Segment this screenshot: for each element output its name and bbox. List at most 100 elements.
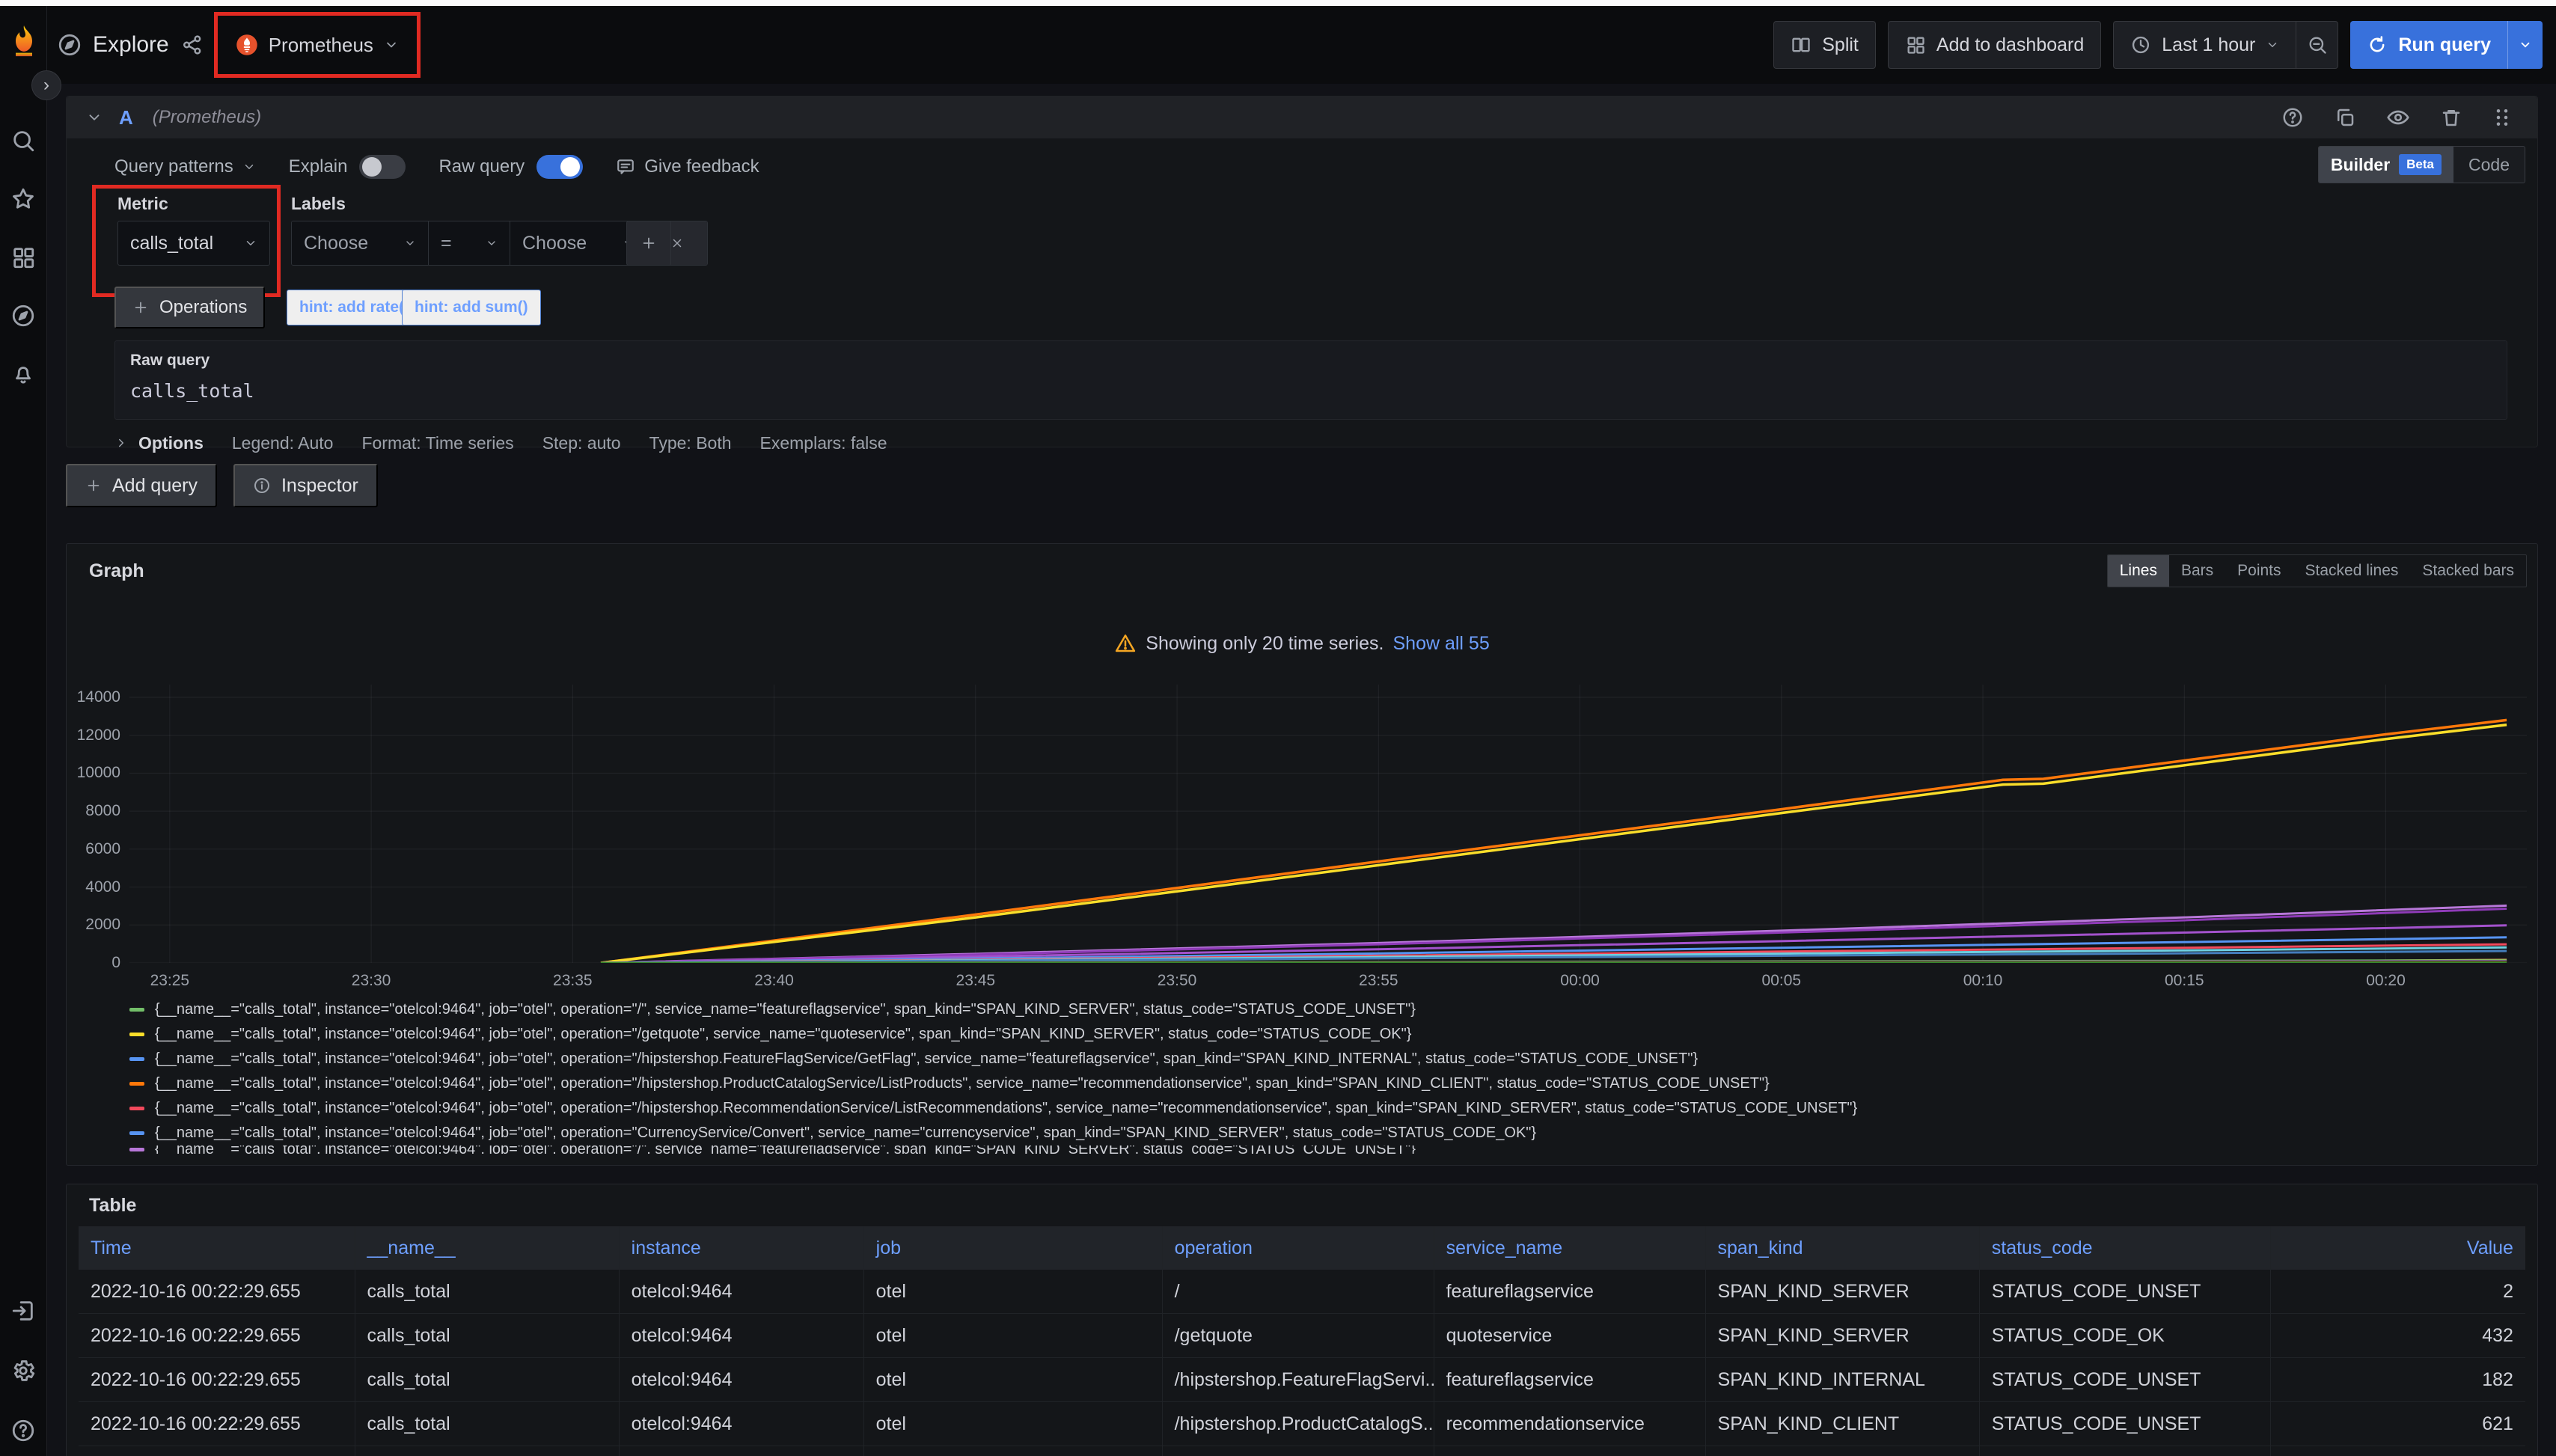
table-column-header[interactable]: job bbox=[864, 1226, 1163, 1270]
cell-job: otel bbox=[864, 1402, 1163, 1446]
close-icon bbox=[670, 236, 684, 250]
table-column-header[interactable]: service_name bbox=[1434, 1226, 1706, 1270]
refresh-icon bbox=[2367, 34, 2388, 55]
chevron-down-icon bbox=[2266, 38, 2279, 52]
comment-icon bbox=[616, 157, 635, 177]
add-to-dashboard-button[interactable]: Add to dashboard bbox=[1888, 21, 2101, 69]
table-panel: Table Time__name__instancejoboperationse… bbox=[66, 1184, 2538, 1456]
legend-item[interactable]: {__name__="calls_total", instance="otelc… bbox=[129, 1096, 2522, 1121]
table-column-header[interactable]: __name__ bbox=[355, 1226, 620, 1270]
cell-service-name: quoteservice bbox=[1434, 1314, 1706, 1357]
hint-add-sum-button[interactable]: hint: add sum() bbox=[402, 290, 541, 325]
metric-select[interactable]: calls_total bbox=[117, 221, 270, 266]
legend-swatch bbox=[129, 1008, 144, 1012]
x-tick-label: 23:45 bbox=[956, 972, 996, 990]
run-query-button[interactable]: Run query bbox=[2350, 21, 2543, 69]
query-patterns-label: Query patterns bbox=[114, 156, 233, 177]
explain-toggle[interactable] bbox=[359, 155, 406, 179]
table-column-header[interactable]: Value bbox=[2271, 1226, 2525, 1270]
apps-icon[interactable] bbox=[8, 242, 38, 272]
raw-query-toggle-group: Raw query bbox=[438, 155, 583, 179]
run-query-dropdown[interactable] bbox=[2507, 21, 2543, 69]
cell-status-code: STATUS_CODE_UNSET bbox=[1980, 1402, 2271, 1446]
chart-plot-area[interactable] bbox=[129, 685, 2527, 963]
datasource-picker[interactable]: Prometheus bbox=[225, 22, 409, 68]
time-range-picker[interactable]: Last 1 hour bbox=[2113, 21, 2296, 69]
query-ref-id: A bbox=[119, 106, 133, 129]
cell-time: 2022-10-16 00:22:29.655 bbox=[79, 1446, 355, 1456]
add-query-button[interactable]: Add query bbox=[66, 464, 217, 507]
prometheus-icon bbox=[236, 34, 258, 56]
split-button[interactable]: Split bbox=[1773, 21, 1876, 69]
options-summary: Legend: AutoFormat: Time seriesStep: aut… bbox=[232, 433, 887, 453]
query-row-header[interactable]: A (Prometheus) bbox=[67, 97, 2537, 138]
inspector-button[interactable]: Inspector bbox=[233, 464, 378, 507]
raw-query-toggle-label: Raw query bbox=[438, 156, 525, 177]
grafana-logo[interactable] bbox=[7, 22, 40, 61]
legend-label: {__name__="calls_total", instance="otelc… bbox=[155, 1145, 1416, 1154]
cell-name: calls_total bbox=[355, 1446, 620, 1456]
options-summary-item: Exemplars: false bbox=[760, 433, 887, 453]
chart-legend: {__name__="calls_total", instance="otelc… bbox=[129, 997, 2522, 1154]
explore-actions-row: Add query Inspector bbox=[66, 464, 378, 507]
label-key-select[interactable]: Choose bbox=[292, 221, 429, 265]
query-help-icon[interactable] bbox=[2281, 106, 2304, 129]
compass-icon[interactable] bbox=[8, 301, 38, 331]
run-query-main[interactable]: Run query bbox=[2350, 21, 2507, 69]
delete-query-trash-icon[interactable] bbox=[2440, 106, 2462, 129]
help-icon[interactable] bbox=[8, 1416, 38, 1446]
star-icon[interactable] bbox=[8, 184, 38, 214]
legend-item[interactable]: {__name__="calls_total", instance="otelc… bbox=[129, 997, 2522, 1022]
sidebar-expand-button[interactable]: › bbox=[31, 70, 61, 100]
legend-item[interactable]: {__name__="calls_total", instance="otelc… bbox=[129, 1121, 2522, 1145]
legend-item[interactable]: {__name__="calls_total", instance="otelc… bbox=[129, 1047, 2522, 1071]
table-column-header[interactable]: instance bbox=[620, 1226, 864, 1270]
query-toolbar: Query patterns Explain Raw query Give fe… bbox=[114, 149, 759, 185]
y-tick-label: 6000 bbox=[85, 840, 120, 858]
collapse-chevron-icon[interactable] bbox=[86, 109, 103, 126]
legend-item[interactable]: {__name__="calls_total", instance="otelc… bbox=[129, 1071, 2522, 1096]
duplicate-query-icon[interactable] bbox=[2334, 106, 2356, 129]
bell-icon[interactable] bbox=[8, 359, 38, 389]
query-datasource-hint: (Prometheus) bbox=[153, 107, 261, 128]
cell-time: 2022-10-16 00:22:29.655 bbox=[79, 1358, 355, 1401]
cell-time: 2022-10-16 00:22:29.655 bbox=[79, 1402, 355, 1446]
table-column-header[interactable]: operation bbox=[1163, 1226, 1434, 1270]
chevron-down-icon bbox=[384, 37, 399, 52]
cell-span-kind: SPAN_KIND_SERVER bbox=[1706, 1314, 1980, 1357]
raw-query-toggle[interactable] bbox=[536, 155, 583, 179]
code-tab[interactable]: Code bbox=[2453, 155, 2525, 175]
table-column-header[interactable]: span_kind bbox=[1706, 1226, 1980, 1270]
operations-button[interactable]: Operations bbox=[114, 287, 265, 328]
disable-query-eye-icon[interactable] bbox=[2386, 105, 2410, 129]
appbar-right-cluster: Split Add to dashboard Last 1 hour Run q… bbox=[1773, 21, 2543, 69]
zoom-out-button[interactable] bbox=[2296, 21, 2338, 69]
search-icon[interactable] bbox=[8, 126, 38, 156]
x-tick-label: 00:10 bbox=[1963, 972, 2003, 990]
sign-in-icon[interactable] bbox=[8, 1296, 38, 1326]
share-icon[interactable] bbox=[181, 34, 204, 56]
code-label: Code bbox=[2468, 155, 2510, 174]
legend-item[interactable]: {__name__="calls_total", instance="otelc… bbox=[129, 1022, 2522, 1047]
legend-item[interactable]: {__name__="calls_total", instance="otelc… bbox=[129, 1145, 2522, 1154]
label-operator-select[interactable]: = bbox=[429, 221, 510, 265]
options-expander[interactable]: Options bbox=[114, 433, 204, 453]
chevron-down-icon bbox=[244, 236, 257, 250]
clock-icon bbox=[2130, 34, 2151, 55]
builder-code-switch: Builder Beta Code bbox=[2318, 146, 2525, 183]
drag-handle-icon[interactable] bbox=[2492, 106, 2512, 129]
table-column-header[interactable]: status_code bbox=[1980, 1226, 2271, 1270]
add-label-filter-button[interactable] bbox=[626, 221, 671, 266]
gear-icon[interactable] bbox=[8, 1356, 38, 1386]
options-label: Options bbox=[138, 433, 204, 453]
builder-tab[interactable]: Builder Beta bbox=[2319, 147, 2453, 183]
metric-field-label: Metric bbox=[117, 194, 168, 214]
cell-name: calls_total bbox=[355, 1270, 620, 1313]
cell-value: 621 bbox=[2271, 1402, 2525, 1446]
legend-label: {__name__="calls_total", instance="otelc… bbox=[155, 1001, 1416, 1018]
y-tick-label: 14000 bbox=[77, 688, 120, 706]
table-column-header[interactable]: Time bbox=[79, 1226, 355, 1270]
query-patterns-dropdown[interactable]: Query patterns bbox=[114, 156, 256, 177]
give-feedback-link[interactable]: Give feedback bbox=[616, 156, 759, 177]
cell-operation: /hipstershop.ProductCatalogS... bbox=[1163, 1402, 1434, 1446]
